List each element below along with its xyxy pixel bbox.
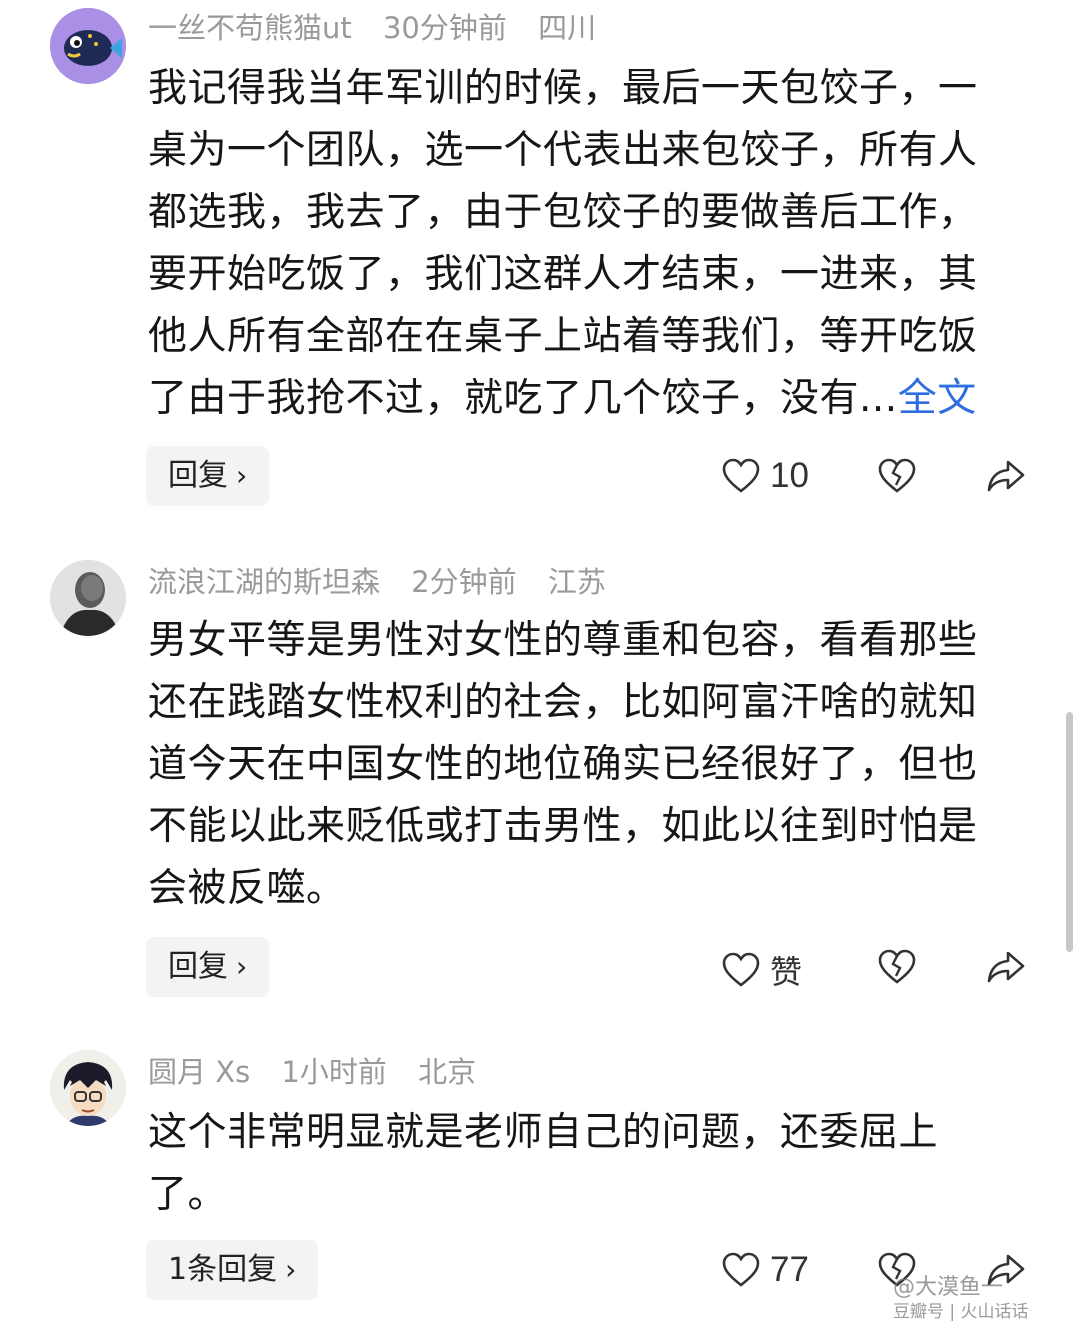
watermark-line: @大漠鱼一 (893, 1275, 1004, 1300)
comment-line: 他人所有全部在在桌子上站着等我们，等开吃饭 (148, 314, 978, 359)
full-text-link[interactable]: 全文 (898, 376, 977, 421)
comment-line: 男女平等是男性对女性的尊重和包容，看看那些 (148, 618, 978, 663)
timestamp: 1小时前 (281, 1055, 387, 1089)
chevron-right-icon: › (236, 950, 248, 983)
location: 四川 (538, 11, 597, 45)
comment-text: 这个非常明显就是老师自己的问题，还委屈上 了。 (148, 1102, 1028, 1226)
reply-button[interactable]: 回复 › (146, 937, 270, 997)
like-button[interactable]: 赞 (722, 947, 802, 993)
dislike-button[interactable] (878, 949, 916, 985)
share-icon (987, 951, 1025, 983)
username[interactable]: 流浪江湖的斯坦森 (148, 565, 380, 599)
timestamp: 30分钟前 (382, 11, 507, 45)
location: 北京 (418, 1055, 477, 1089)
like-button[interactable]: 77 (722, 1250, 809, 1290)
comment-line: 这个非常明显就是老师自己的问题，还委屈上 (148, 1110, 939, 1155)
reply-label: 1条回复 (168, 1252, 278, 1287)
username[interactable]: 一丝不苟熊猫ut (148, 11, 352, 45)
reply-button[interactable]: 回复 › (146, 446, 270, 506)
comment-meta: 圆月 Xs 1小时前 北京 (148, 1052, 498, 1092)
share-button[interactable] (986, 458, 1026, 494)
broken-heart-icon (878, 458, 916, 493)
share-button[interactable] (986, 949, 1026, 985)
watermark: @大漠鱼一 豆瓣号 | 火山话话 (893, 1276, 1029, 1324)
comment-line: 不能以此来贬低或打击男性，如此以往到时怕是 (148, 804, 978, 849)
like-count: 10 (770, 456, 809, 495)
comment-line: 了。 (148, 1172, 228, 1217)
pufferfish-avatar[interactable] (50, 8, 126, 84)
heart-icon (722, 1252, 760, 1287)
comment-text: 男女平等是男性对女性的尊重和包容，看看那些 还在践踏女性权利的社会，比如阿富汗啥… (148, 610, 1028, 920)
chevron-right-icon: › (236, 459, 248, 492)
dislike-button[interactable] (878, 458, 916, 494)
comment-meta: 一丝不苟熊猫ut 30分钟前 四川 (148, 8, 618, 48)
comment-line: 了由于我抢不过，就吃了几个饺子，没有... (148, 376, 898, 421)
comment-line: 还在践踏女性权利的社会，比如阿富汗啥的就知 (148, 680, 978, 725)
watermark-line: 豆瓣号 | 火山话话 (893, 1302, 1029, 1322)
scrollbar[interactable] (1066, 712, 1073, 952)
like-button[interactable]: 10 (722, 456, 809, 496)
reply-label: 回复 (168, 458, 228, 493)
username[interactable]: 圆月 Xs (148, 1055, 250, 1089)
heart-icon (722, 458, 760, 493)
man-photo-avatar[interactable] (50, 560, 126, 636)
location: 江苏 (547, 565, 606, 599)
like-count: 赞 (770, 953, 803, 991)
like-count: 77 (770, 1250, 809, 1289)
timestamp: 2分钟前 (411, 565, 517, 599)
reply-button[interactable]: 1条回复 › (146, 1240, 319, 1300)
heart-icon (722, 952, 760, 987)
comment-text: 我记得我当年军训的时候，最后一天包饺子，一 桌为一个团队，选一个代表出来包饺子，… (148, 58, 1028, 430)
chevron-right-icon: › (285, 1253, 297, 1286)
reply-label: 回复 (168, 949, 228, 984)
broken-heart-icon (878, 949, 916, 984)
share-icon (987, 460, 1025, 492)
comment-line: 桌为一个团队，选一个代表出来包饺子，所有人 (148, 128, 978, 173)
comment-line: 要开始吃饭了，我们这群人才结束，一进来，其 (148, 252, 978, 297)
comment-line: 都选我，我去了，由于包饺子的要做善后工作， (148, 190, 978, 235)
comment-meta: 流浪江湖的斯坦森 2分钟前 江苏 (148, 562, 628, 602)
comment-line: 道今天在中国女性的地位确实已经很好了，但也 (148, 742, 978, 787)
anime-boy-avatar[interactable] (50, 1050, 126, 1126)
comment-line: 会被反噬。 (148, 866, 346, 911)
comment-line: 我记得我当年军训的时候，最后一天包饺子，一 (148, 66, 978, 111)
